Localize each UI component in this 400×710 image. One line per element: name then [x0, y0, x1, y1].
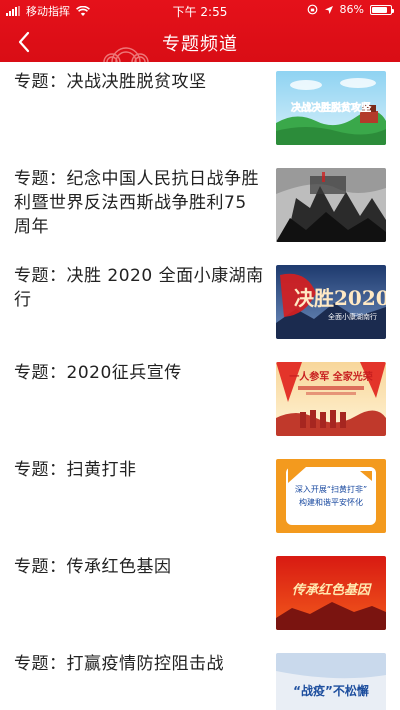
status-bar: 移动指挥 下午 2:55 86%	[0, 0, 400, 20]
location-icon	[324, 5, 333, 14]
topic-thumbnail: 传承红色基因	[276, 556, 386, 630]
topic-item[interactable]: 专题：决战决胜脱贫攻坚 决战决胜脱贫攻坚	[0, 62, 400, 159]
topic-title: 专题：扫黄打非	[14, 460, 137, 480]
topic-item[interactable]: 专题：纪念中国人民抗日战争胜利暨世界反法西斯战争胜利75周年	[0, 159, 400, 256]
topic-thumbnail: 一人参军 全家光荣	[276, 362, 386, 436]
topic-title: 专题：2020征兵宣传	[14, 363, 182, 383]
topic-title: 专题：传承红色基因	[14, 557, 172, 577]
topic-title: 专题：纪念中国人民抗日战争胜利暨世界反法西斯战争胜利75周年	[14, 169, 259, 237]
thumb-caption: 深入开展“扫黄打非”	[295, 484, 367, 494]
topic-title: 专题：决战决胜脱贫攻坚	[14, 72, 207, 92]
topic-title: 专题：打赢疫情防控阻击战	[14, 654, 224, 674]
topic-list: 专题：决战决胜脱贫攻坚 决战决胜脱贫攻坚 专题：纪念中国人民抗日战争胜利暨世界反…	[0, 62, 400, 710]
thumb-caption: 传承红色基因	[292, 582, 372, 598]
topic-title: 专题：决胜 2020 全面小康湖南行	[14, 266, 264, 310]
nav-bar: 专题频道	[0, 22, 400, 62]
topic-thumbnail: 决胜2020 全面小康湖南行	[276, 265, 386, 339]
page-title: 专题频道	[162, 34, 238, 55]
battery-percent: 86%	[339, 3, 364, 16]
thumb-caption: 一人参军 全家光荣	[289, 370, 372, 383]
topic-thumbnail: “战疫”不松懈	[276, 653, 386, 710]
battery-icon	[370, 4, 394, 15]
topic-item[interactable]: 专题：传承红色基因 传承红色基因	[0, 547, 400, 644]
thumb-subcaption: 构建和谐平安怀化	[299, 497, 363, 507]
thumb-subcaption: 全面小康湖南行	[328, 312, 377, 321]
topic-item[interactable]: 专题：打赢疫情防控阻击战 “战疫”不松懈	[0, 644, 400, 710]
topic-thumbnail: 深入开展“扫黄打非” 构建和谐平安怀化	[276, 459, 386, 533]
thumb-caption: 决战决胜脱贫攻坚	[291, 101, 371, 114]
topic-item[interactable]: 专题：决胜 2020 全面小康湖南行 决胜2020 全面小康湖南行	[0, 256, 400, 353]
topic-thumbnail: 决战决胜脱贫攻坚	[276, 71, 386, 145]
topic-thumbnail	[276, 168, 386, 242]
orientation-lock-icon	[307, 4, 317, 15]
thumb-caption: 决胜2020	[294, 286, 386, 310]
app-header: 移动指挥 下午 2:55 86% 专题频道	[0, 0, 400, 62]
topic-item[interactable]: 专题：2020征兵宣传 一人参军 全家光荣	[0, 353, 400, 450]
thumb-caption: “战疫”不松懈	[293, 683, 369, 698]
topic-item[interactable]: 专题：扫黄打非 深入开展“扫黄打非” 构建和谐平安怀化	[0, 450, 400, 547]
